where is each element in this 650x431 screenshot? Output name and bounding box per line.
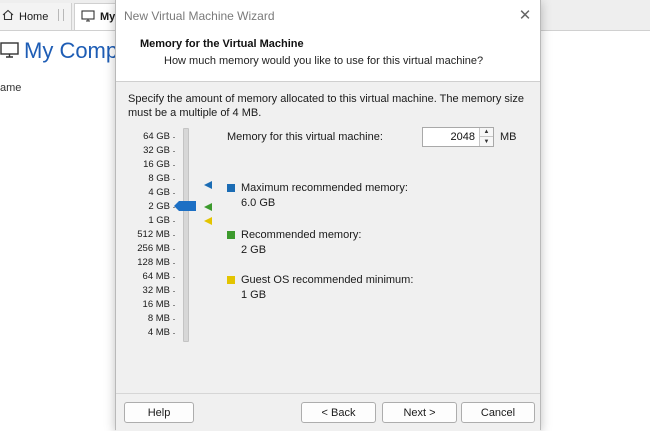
guest-minimum-value: 1 GB xyxy=(241,289,267,301)
chevron-up-icon: ▲ xyxy=(483,129,490,135)
tab-my-computer-label: My xyxy=(100,11,116,23)
scale-label-4gb: 4 GB xyxy=(148,187,170,198)
tab-divider xyxy=(58,9,64,21)
scale-label-16mb: 16 MB xyxy=(142,299,170,310)
scale-label-32mb: 32 MB xyxy=(142,285,170,296)
dialog-title: New Virtual Machine Wizard xyxy=(124,9,275,23)
column-header-name[interactable]: ame xyxy=(0,82,21,94)
scale-tick xyxy=(173,151,175,152)
scale-tick xyxy=(173,319,175,320)
scale-tick xyxy=(173,291,175,292)
max-recommended-swatch xyxy=(227,184,235,192)
scale-label-8mb: 8 MB xyxy=(147,313,170,324)
computer-icon xyxy=(81,9,95,25)
scale-tick xyxy=(173,277,175,278)
scale-tick xyxy=(173,179,175,180)
recommended-swatch xyxy=(227,231,235,239)
back-button[interactable]: < Back xyxy=(301,402,376,423)
description-line: must be a multiple of 4 MB. xyxy=(128,107,262,119)
computer-icon xyxy=(0,40,20,63)
scale-label-4mb: 4 MB xyxy=(147,327,170,338)
dialog-footer: Help < Back Next > Cancel xyxy=(116,393,540,431)
help-button[interactable]: Help xyxy=(124,402,194,423)
memory-slider-track[interactable] xyxy=(183,128,189,342)
scale-label-128mb: 128 MB xyxy=(137,257,170,268)
spin-up-button[interactable]: ▲ xyxy=(479,128,493,137)
close-icon: ✕ xyxy=(518,7,532,24)
dialog-header: Memory for the Virtual Machine How much … xyxy=(116,30,540,82)
scale-tick xyxy=(173,333,175,334)
scale-tick xyxy=(173,305,175,306)
guest-minimum-label: Guest OS recommended minimum: xyxy=(241,274,414,286)
guest-minimum-swatch xyxy=(227,276,235,284)
dialog-titlebar[interactable]: New Virtual Machine Wizard ✕ xyxy=(116,0,540,30)
scale-tick xyxy=(173,221,175,222)
page-subtitle: How much memory would you like to use fo… xyxy=(164,55,484,67)
max-recommended-value: 6.0 GB xyxy=(241,197,276,209)
scale-label-16gb: 16 GB xyxy=(143,159,170,170)
memory-input[interactable] xyxy=(423,128,478,146)
scale-label-8gb: 8 GB xyxy=(148,173,170,184)
description-line: Specify the amount of memory allocated t… xyxy=(128,93,524,105)
scale-tick xyxy=(173,165,175,166)
cancel-button[interactable]: Cancel xyxy=(461,402,535,423)
scale-label-256mb: 256 MB xyxy=(137,243,170,254)
new-vm-wizard-dialog: New Virtual Machine Wizard ✕ Memory for … xyxy=(115,0,541,431)
background-page-title: My Compu xyxy=(0,34,130,68)
next-button[interactable]: Next > xyxy=(382,402,457,423)
scale-label-512mb: 512 MB xyxy=(137,229,170,240)
scale-tick xyxy=(173,249,175,250)
scale-tick xyxy=(173,137,175,138)
recommended-value: 2 GB xyxy=(241,244,267,256)
memory-slider-thumb[interactable] xyxy=(174,201,196,211)
recommended-label: Recommended memory: xyxy=(241,229,362,241)
chevron-down-icon: ▼ xyxy=(483,138,490,145)
scale-tick xyxy=(173,263,175,264)
tab-home-label: Home xyxy=(19,10,49,23)
scale-label-2gb: 2 GB xyxy=(148,201,170,212)
memory-field-label: Memory for this virtual machine: xyxy=(227,131,383,143)
scale-label-64mb: 64 MB xyxy=(142,271,170,282)
scale-label-32gb: 32 GB xyxy=(143,145,170,156)
memory-description: Specify the amount of memory allocated t… xyxy=(128,92,528,120)
scale-tick xyxy=(173,193,175,194)
home-icon xyxy=(2,9,14,24)
recommended-marker xyxy=(204,203,212,211)
max-recommended-label: Maximum recommended memory: xyxy=(241,182,408,194)
spin-down-button[interactable]: ▼ xyxy=(479,137,493,146)
guest-minimum-marker xyxy=(204,217,212,225)
memory-spinbox[interactable]: ▲ ▼ xyxy=(422,127,494,147)
close-button[interactable]: ✕ xyxy=(514,4,536,26)
memory-unit-label: MB xyxy=(500,131,517,143)
scale-label-64gb: 64 GB xyxy=(143,131,170,142)
page-title: Memory for the Virtual Machine xyxy=(140,38,304,50)
scale-tick xyxy=(173,235,175,236)
scale-label-1gb: 1 GB xyxy=(148,215,170,226)
max-recommended-marker xyxy=(204,181,212,189)
